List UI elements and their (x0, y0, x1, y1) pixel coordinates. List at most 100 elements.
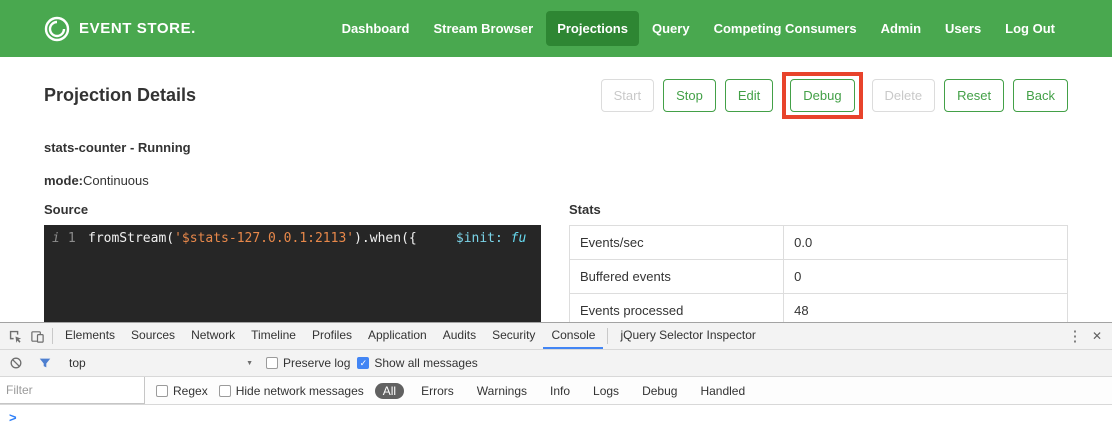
content-columns: Source i 1 fromStream('$stats-127.0.0.1:… (44, 202, 1068, 329)
devtools-tab-profiles[interactable]: Profiles (304, 323, 360, 349)
debug-button[interactable]: Debug (790, 79, 854, 112)
code-token: fromStream( (88, 231, 174, 246)
regex-checkbox[interactable]: Regex (156, 384, 208, 398)
eventstore-logo[interactable]: EVENT STORE. (44, 16, 196, 42)
stats-section: Stats Events/sec 0.0 Buffered events 0 E… (569, 202, 1068, 329)
mode-label: mode: (44, 173, 83, 188)
projection-actions: Start Stop Edit Debug Delete Reset Back (601, 72, 1068, 119)
page-title: Projection Details (44, 85, 196, 106)
devtools-panel: Elements Sources Network Timeline Profil… (0, 322, 1112, 440)
regex-label: Regex (173, 384, 208, 398)
projection-status: stats-counter - Running (44, 140, 1068, 155)
screen: EVENT STORE. Dashboard Stream Browser Pr… (0, 0, 1112, 440)
code-token (503, 231, 511, 246)
devtools-tab-application[interactable]: Application (360, 323, 435, 349)
stats-table: Events/sec 0.0 Buffered events 0 Events … (569, 225, 1068, 328)
filter-level-warnings[interactable]: Warnings (471, 383, 533, 399)
code-line: fromStream('$stats-127.0.0.1:2113').when… (84, 225, 526, 329)
nav-competing-consumers[interactable]: Competing Consumers (703, 11, 868, 46)
source-section: Source i 1 fromStream('$stats-127.0.0.1:… (44, 202, 541, 329)
devtools-tab-jquery-selector-inspector[interactable]: jQuery Selector Inspector (612, 323, 763, 349)
checkbox-checked-icon[interactable]: ✓ (357, 357, 369, 369)
stats-heading: Stats (569, 202, 1068, 217)
nav-projections[interactable]: Projections (546, 11, 639, 46)
checkbox-unchecked-icon[interactable] (156, 385, 168, 397)
filter-level-errors[interactable]: Errors (415, 383, 460, 399)
chevron-down-icon: ▼ (246, 360, 253, 367)
filter-level-logs[interactable]: Logs (587, 383, 625, 399)
start-button[interactable]: Start (601, 79, 654, 112)
show-all-messages-checkbox[interactable]: ✓ Show all messages (357, 356, 477, 370)
editor-gutter: i 1 (44, 225, 84, 329)
devtools-tab-console[interactable]: Console (543, 323, 603, 349)
nav-users[interactable]: Users (934, 11, 992, 46)
devtools-tabbar: Elements Sources Network Timeline Profil… (0, 323, 1112, 349)
filter-level-debug[interactable]: Debug (636, 383, 683, 399)
table-row: Events/sec 0.0 (570, 226, 1068, 260)
show-all-messages-label: Show all messages (374, 356, 477, 370)
reset-button[interactable]: Reset (944, 79, 1004, 112)
nav-admin[interactable]: Admin (870, 11, 932, 46)
close-devtools-icon[interactable]: ✕ (1086, 325, 1108, 347)
context-label: top (69, 356, 86, 370)
page-header: Projection Details Start Stop Edit Debug… (44, 71, 1068, 119)
checkbox-unchecked-icon[interactable] (266, 357, 278, 369)
device-toolbar-icon[interactable] (26, 325, 48, 347)
code-token: '$stats-127.0.0.1:2113' (174, 231, 354, 246)
code-token: fu (511, 231, 527, 246)
source-code-editor[interactable]: i 1 fromStream('$stats-127.0.0.1:2113').… (44, 225, 541, 329)
edit-button[interactable]: Edit (725, 79, 773, 112)
console-filterbar: Regex Hide network messages All Errors W… (0, 376, 1112, 404)
brand-name: EVENT STORE. (79, 20, 196, 37)
devtools-tab-network[interactable]: Network (183, 323, 243, 349)
debug-highlight-annotation: Debug (782, 72, 862, 119)
devtools-tab-security[interactable]: Security (484, 323, 543, 349)
devtools-tab-elements[interactable]: Elements (57, 323, 123, 349)
line-number: 1 (68, 231, 76, 329)
devtools-window-controls: ⋮ ✕ (1064, 325, 1108, 347)
stop-button[interactable]: Stop (663, 79, 716, 112)
hide-network-messages-label: Hide network messages (236, 384, 364, 398)
top-navigation: EVENT STORE. Dashboard Stream Browser Pr… (0, 0, 1112, 57)
console-input-area[interactable]: > (0, 404, 1112, 440)
checkbox-unchecked-icon[interactable] (219, 385, 231, 397)
preserve-log-checkbox[interactable]: Preserve log (266, 356, 350, 370)
mode-value: Continuous (83, 173, 149, 188)
divider (52, 328, 53, 344)
eventstore-logo-icon (44, 16, 70, 42)
clear-console-icon[interactable] (5, 352, 27, 374)
stat-name: Buffered events (570, 260, 784, 294)
stat-value: 0.0 (784, 226, 1068, 260)
nav-stream-browser[interactable]: Stream Browser (422, 11, 544, 46)
console-toolbar: top ▼ Preserve log ✓ Show all messages (0, 349, 1112, 376)
back-button[interactable]: Back (1013, 79, 1068, 112)
execution-context-selector[interactable]: top ▼ (63, 356, 259, 370)
console-filter-input[interactable] (0, 377, 145, 404)
filter-funnel-icon[interactable] (34, 352, 56, 374)
preserve-log-label: Preserve log (283, 356, 350, 370)
devtools-tab-audits[interactable]: Audits (435, 323, 484, 349)
check-icon: ✓ (360, 359, 368, 368)
stat-value: 0 (784, 260, 1068, 294)
filter-level-handled[interactable]: Handled (694, 383, 751, 399)
nav-dashboard[interactable]: Dashboard (331, 11, 421, 46)
kebab-menu-icon[interactable]: ⋮ (1064, 325, 1086, 347)
main-nav: Dashboard Stream Browser Projections Que… (331, 11, 1066, 46)
table-row: Buffered events 0 (570, 260, 1068, 294)
inspect-element-icon[interactable] (4, 325, 26, 347)
filter-level-all[interactable]: All (375, 383, 404, 399)
code-token: $init: (456, 231, 503, 246)
projection-mode: mode:Continuous (44, 173, 1068, 188)
gutter-info-icon: i (52, 231, 60, 329)
devtools-tab-timeline[interactable]: Timeline (243, 323, 304, 349)
code-token: ).when({ (354, 231, 417, 246)
nav-logout[interactable]: Log Out (994, 11, 1066, 46)
stat-name: Events/sec (570, 226, 784, 260)
code-token (417, 231, 456, 246)
hide-network-messages-checkbox[interactable]: Hide network messages (219, 384, 364, 398)
nav-query[interactable]: Query (641, 11, 701, 46)
filter-level-info[interactable]: Info (544, 383, 576, 399)
main-content: Projection Details Start Stop Edit Debug… (0, 71, 1112, 329)
devtools-tab-sources[interactable]: Sources (123, 323, 183, 349)
delete-button[interactable]: Delete (872, 79, 936, 112)
